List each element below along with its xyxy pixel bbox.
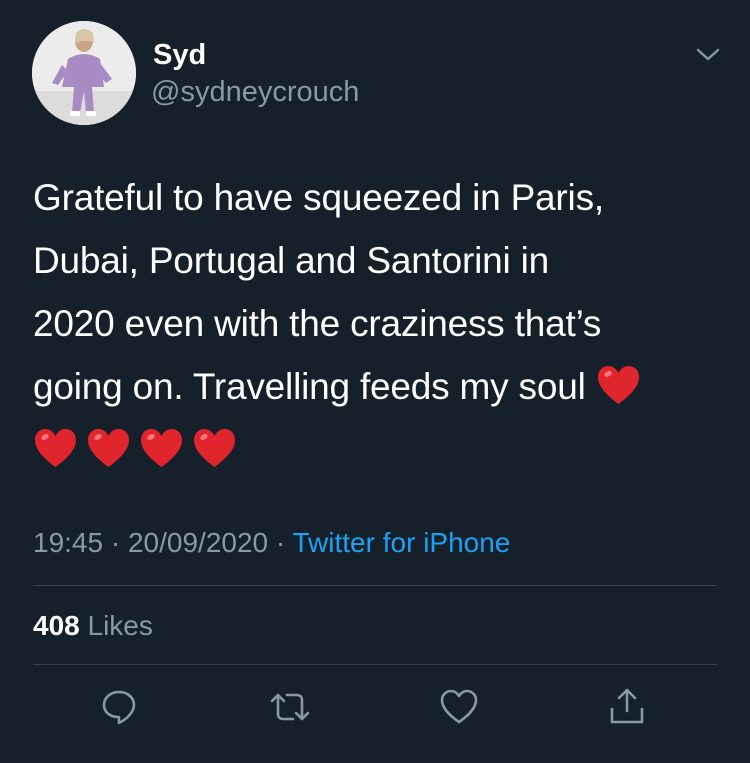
reply-icon xyxy=(102,690,136,725)
display-name[interactable]: Syd xyxy=(153,38,206,72)
red-heart-emoji xyxy=(192,426,237,469)
tweet-text-line: 2020 even with the craziness that’s xyxy=(33,303,602,344)
tweet-text-line: going on. Travelling feeds my soul xyxy=(33,355,723,418)
likes-label: Likes xyxy=(87,610,153,641)
red-heart-emoji xyxy=(139,426,184,469)
avatar-photo xyxy=(32,21,136,125)
retweet-button[interactable] xyxy=(268,685,312,729)
red-heart-emoji xyxy=(596,363,641,406)
share-button[interactable] xyxy=(605,685,649,729)
divider xyxy=(33,664,717,665)
like-button[interactable] xyxy=(437,685,481,729)
user-handle[interactable]: @sydneycrouch xyxy=(151,75,359,109)
red-heart-emoji xyxy=(33,426,78,469)
tweet-text: Grateful to have squeezed in Paris, Duba… xyxy=(33,166,723,481)
retweet-icon xyxy=(270,693,310,721)
divider xyxy=(33,585,717,586)
tweet-text-line: Dubai, Portugal and Santorini in xyxy=(33,240,550,281)
avatar[interactable] xyxy=(32,21,136,125)
tweet: Syd @sydneycrouch Grateful to have squee… xyxy=(0,0,750,763)
heart-icon xyxy=(440,689,478,724)
heart-emoji-row xyxy=(33,418,723,481)
tweet-date: 20/09/2020 xyxy=(127,527,269,558)
share-icon xyxy=(610,688,644,724)
tweet-metadata: 19:45 · 20/09/2020 · Twitter for iPhone xyxy=(33,525,510,561)
tweet-time: 19:45 xyxy=(33,527,104,558)
tweet-text-line-part: going on. Travelling feeds my soul xyxy=(33,366,596,407)
likes-count: 408 xyxy=(33,610,80,641)
tweet-text-line: Grateful to have squeezed in Paris, xyxy=(33,177,604,218)
red-heart-emoji xyxy=(86,426,131,469)
meta-separator: · xyxy=(268,527,293,558)
chevron-down-icon[interactable] xyxy=(694,44,722,66)
likes-stat[interactable]: 408 Likes xyxy=(33,608,153,644)
reply-button[interactable] xyxy=(97,685,141,729)
meta-separator: · xyxy=(103,527,128,558)
tweet-source-link[interactable]: Twitter for iPhone xyxy=(293,527,511,558)
